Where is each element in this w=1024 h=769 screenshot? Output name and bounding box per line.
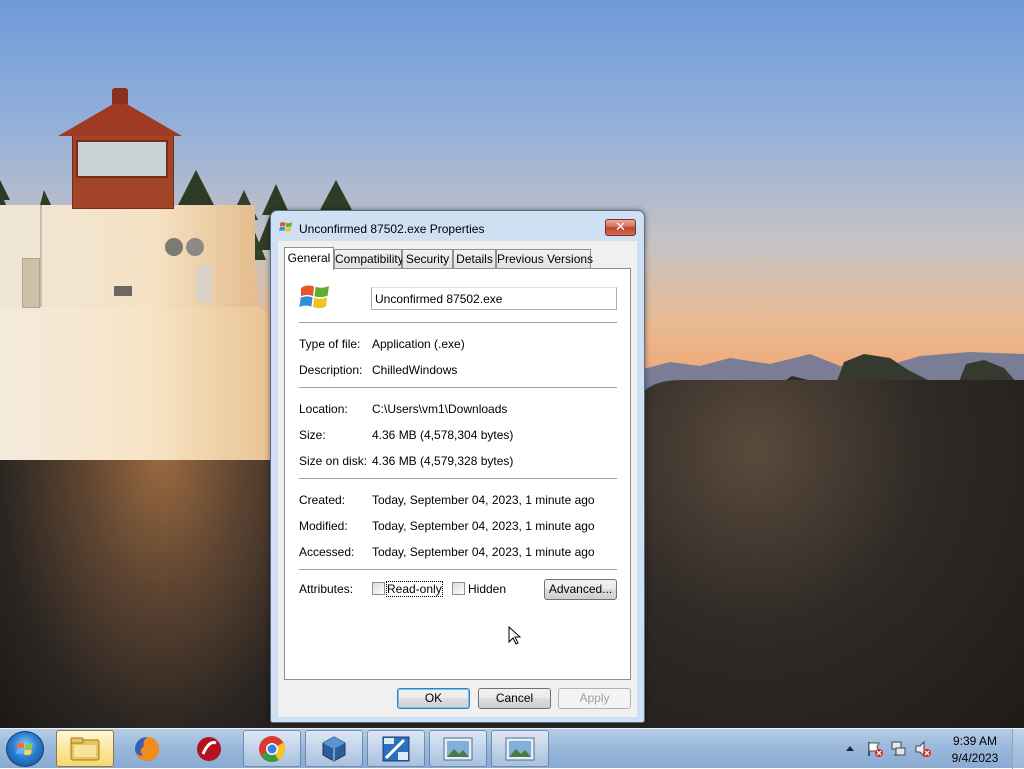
- separator: [299, 387, 617, 389]
- lighthouse-cap: [112, 88, 128, 104]
- network-icon[interactable]: [890, 740, 908, 758]
- clock-date[interactable]: 9/4/2023: [940, 751, 1010, 765]
- taskbar-virtualbox[interactable]: [305, 730, 363, 767]
- cancel-button[interactable]: Cancel: [478, 688, 551, 709]
- tab-security[interactable]: Security: [402, 249, 453, 269]
- lighthouse-door: [22, 258, 40, 308]
- taskbar: 9:39 AM 9/4/2023: [0, 728, 1024, 769]
- show-desktop-button[interactable]: [1012, 729, 1024, 769]
- lighthouse-glass: [76, 140, 168, 178]
- lighthouse-base: [0, 305, 270, 460]
- size-on-disk-label: Size on disk:: [299, 454, 368, 468]
- hidden-checkbox[interactable]: [452, 582, 465, 595]
- size-on-disk-value: 4.36 MB (4,579,328 bytes): [372, 454, 514, 468]
- taskbar-chrome[interactable]: [243, 730, 301, 767]
- advanced-button[interactable]: Advanced...: [544, 579, 617, 600]
- show-hidden-icons-icon[interactable]: [845, 744, 855, 752]
- tab-general[interactable]: General: [284, 247, 334, 270]
- mouse-cursor-icon: [508, 626, 522, 645]
- taskbar-image-viewer-1[interactable]: [429, 730, 487, 767]
- lighthouse-horn: [165, 238, 183, 256]
- filename-field[interactable]: [371, 287, 617, 310]
- windows-logo-icon: [279, 222, 292, 232]
- lighthouse-edge: [40, 205, 42, 307]
- hidden-label[interactable]: Hidden: [468, 582, 506, 596]
- lighthouse-roof: [58, 100, 182, 136]
- description-value: ChilledWindows: [372, 363, 458, 377]
- close-button[interactable]: ✕: [605, 219, 636, 236]
- volume-muted-icon[interactable]: [914, 740, 932, 758]
- read-only-label[interactable]: Read-only: [386, 581, 443, 597]
- separator: [299, 478, 617, 480]
- properties-dialog: Unconfirmed 87502.exe Properties ✕ Gener…: [270, 210, 645, 723]
- modified-label: Modified:: [299, 519, 348, 533]
- taskbar-xp-mode[interactable]: [367, 730, 425, 767]
- virtualbox-icon: [322, 735, 346, 762]
- general-tab-page: Type of file: Application (.exe) Descrip…: [284, 268, 631, 680]
- dialog-client-area: General Compatibility Security Details P…: [278, 241, 637, 717]
- tab-compatibility[interactable]: Compatibility: [334, 249, 404, 269]
- accessed-value: Today, September 04, 2023, 1 minute ago: [372, 545, 595, 559]
- taskbar-image-viewer-2[interactable]: [491, 730, 549, 767]
- xp-mode-icon: [382, 736, 410, 761]
- size-label: Size:: [299, 428, 326, 442]
- application-icon: [299, 285, 329, 309]
- tab-details[interactable]: Details: [453, 249, 496, 269]
- ok-button[interactable]: OK: [397, 688, 470, 709]
- firefox-icon: [135, 736, 160, 761]
- tab-previous-versions[interactable]: Previous Versions: [496, 249, 593, 269]
- separator: [299, 569, 617, 571]
- created-value: Today, September 04, 2023, 1 minute ago: [372, 493, 595, 507]
- wallpaper-rocks-right: [640, 380, 1024, 728]
- accessed-label: Accessed:: [299, 545, 355, 559]
- created-label: Created:: [299, 493, 346, 507]
- lighthouse-lamp: [196, 266, 212, 302]
- type-of-file-value: Application (.exe): [372, 337, 465, 351]
- read-only-checkbox[interactable]: [372, 582, 385, 595]
- lighthouse-horn: [186, 238, 204, 256]
- location-label: Location:: [299, 402, 348, 416]
- modified-value: Today, September 04, 2023, 1 minute ago: [372, 519, 595, 533]
- picture-icon: [443, 737, 473, 760]
- taskbar-red-app[interactable]: [180, 730, 238, 767]
- picture-icon: [505, 737, 535, 760]
- title-bar[interactable]: Unconfirmed 87502.exe Properties ✕: [271, 211, 644, 241]
- size-value: 4.36 MB (4,578,304 bytes): [372, 428, 514, 442]
- lighthouse-fixture: [114, 286, 132, 296]
- start-button[interactable]: [6, 731, 44, 767]
- taskbar-firefox[interactable]: [118, 730, 176, 767]
- clock-time[interactable]: 9:39 AM: [940, 734, 1010, 748]
- windows-start-icon: [16, 742, 33, 755]
- apply-button[interactable]: Apply: [558, 688, 631, 709]
- window-title: Unconfirmed 87502.exe Properties: [299, 222, 485, 236]
- taskbar-windows-explorer[interactable]: [56, 730, 114, 767]
- chrome-icon: [259, 735, 286, 762]
- red-app-icon: [197, 736, 221, 761]
- attributes-label: Attributes:: [299, 582, 354, 596]
- type-of-file-label: Type of file:: [299, 337, 361, 351]
- action-center-flag-icon[interactable]: [866, 740, 884, 758]
- location-value: C:\Users\vm1\Downloads: [372, 402, 508, 416]
- folder-icon: [70, 737, 100, 760]
- separator: [299, 322, 617, 324]
- description-label: Description:: [299, 363, 363, 377]
